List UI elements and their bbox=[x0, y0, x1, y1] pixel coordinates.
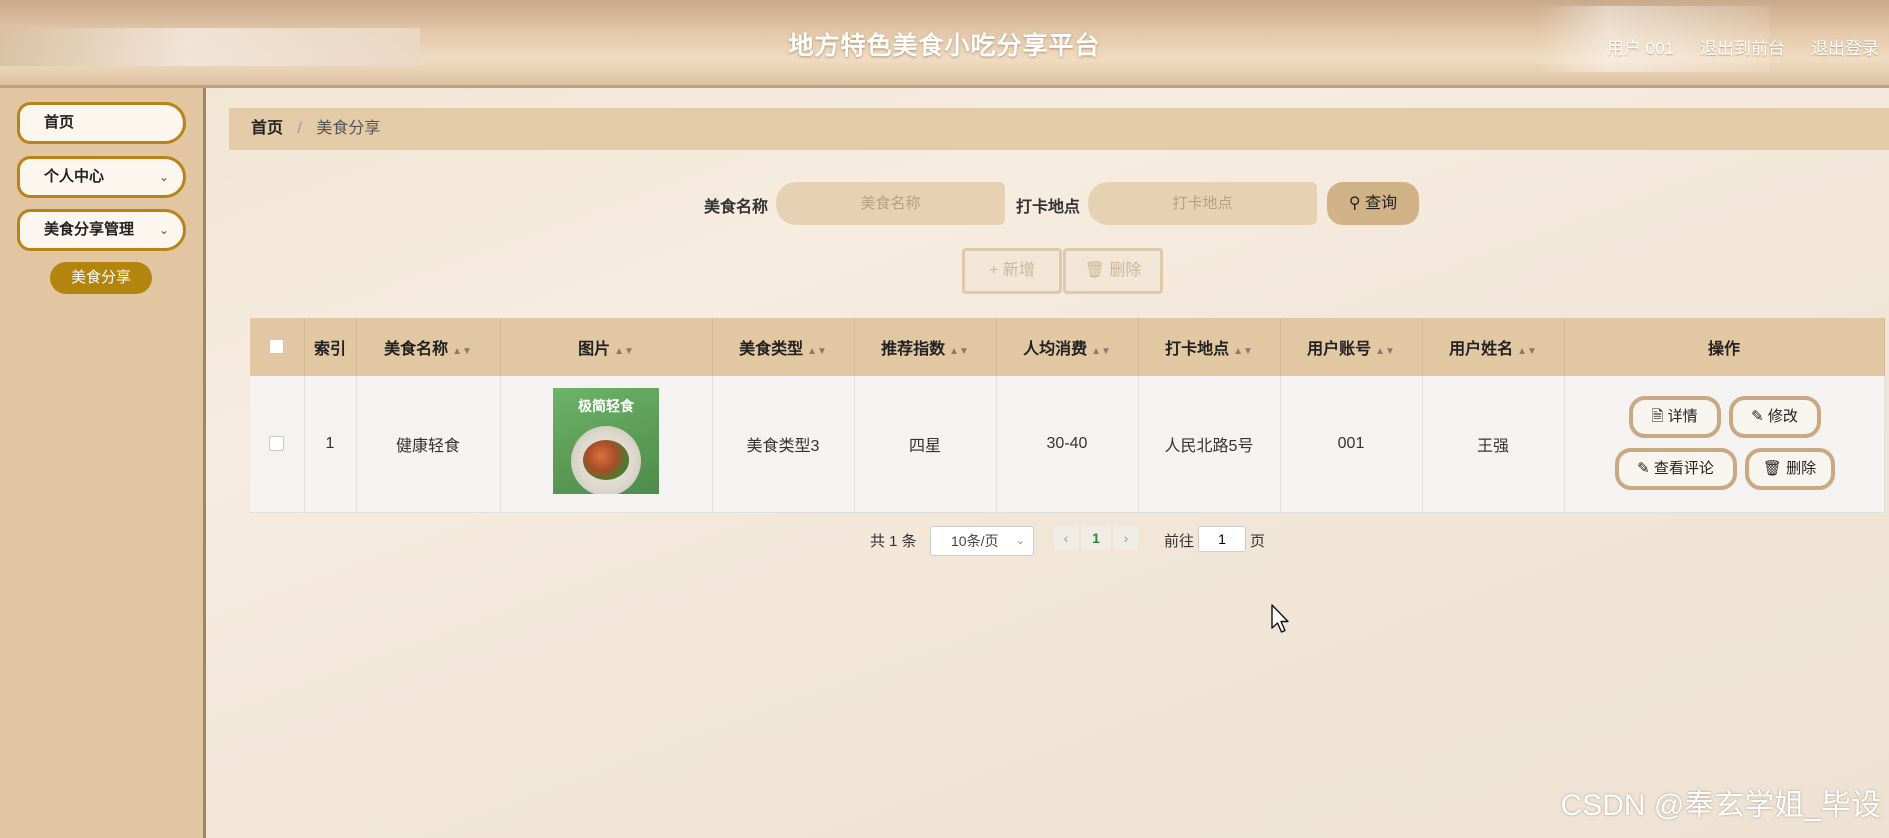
column-header-avg-cost[interactable]: 人均消费 ▲▼ bbox=[996, 318, 1139, 376]
sidebar-item-label: 首页 bbox=[44, 114, 75, 131]
breadcrumb-home[interactable]: 首页 bbox=[251, 120, 283, 137]
sort-icon[interactable]: ▲▼ bbox=[807, 346, 827, 357]
sidebar-item-label: 个人中心 bbox=[44, 168, 105, 185]
column-header-operations: 操作 bbox=[1564, 318, 1885, 376]
current-user: 用户 001 bbox=[1606, 39, 1674, 58]
chevron-right-icon: › bbox=[1123, 530, 1129, 546]
user-links: 用户 001 退出到前台 退出登录 bbox=[1607, 34, 1879, 59]
search-icon: ⚲ bbox=[1348, 195, 1361, 212]
sidebar: 首页 个人中心 ⌄ 美食分享管理 ⌄ 美食分享 bbox=[0, 88, 206, 838]
app-title: 地方特色美食小吃分享平台 bbox=[788, 32, 1101, 60]
batch-delete-button[interactable]: 🗑 删除 bbox=[1063, 248, 1163, 294]
food-graphic bbox=[583, 440, 629, 481]
cell-username: 王强 bbox=[1422, 376, 1565, 513]
food-name-input[interactable] bbox=[776, 182, 1005, 225]
food-share-table: 索引 美食名称 ▲▼ 图片 ▲▼ 美食类型 ▲▼ 推荐指数 ▲▼ 人均消费 ▲▼ 打卡地点… bbox=[250, 318, 1885, 514]
goto-page-input[interactable] bbox=[1198, 526, 1246, 552]
sidebar-subitem-food-share[interactable]: 美食分享 bbox=[50, 262, 152, 294]
cell-avg-cost: 30-40 bbox=[996, 376, 1139, 513]
breadcrumb-separator: / bbox=[297, 120, 302, 137]
logout-link[interactable]: 退出登录 bbox=[1811, 34, 1879, 59]
page-number-current[interactable]: 1 bbox=[1082, 526, 1110, 550]
sort-icon[interactable]: ▲▼ bbox=[614, 346, 634, 357]
cell-image: 极简轻食 bbox=[500, 376, 713, 513]
row-checkbox[interactable] bbox=[269, 436, 285, 452]
page-unit-label: 页 bbox=[1250, 533, 1266, 550]
breadcrumb: 首页 / 美食分享 bbox=[229, 108, 1889, 150]
cell-index: 1 bbox=[304, 376, 357, 513]
sort-icon[interactable]: ▲▼ bbox=[452, 346, 472, 357]
page-size-select[interactable]: 10条/页 ⌄ bbox=[930, 526, 1034, 556]
mouse-cursor-icon bbox=[1271, 604, 1289, 633]
thumbnail-caption: 极简轻食 bbox=[578, 398, 634, 415]
row-select-cell bbox=[250, 376, 305, 513]
table-row: 1 健康轻食 极简轻食 美食类型3 四星 30-40 人民北路5号 001 王强 bbox=[250, 376, 1885, 513]
table-header-row: 索引 美食名称 ▲▼ 图片 ▲▼ 美食类型 ▲▼ 推荐指数 ▲▼ 人均消费 ▲▼ 打卡地点… bbox=[250, 318, 1885, 376]
pagination-total: 共 1 条 bbox=[870, 533, 917, 550]
chevron-down-icon: ⌄ bbox=[158, 170, 169, 184]
column-header-account[interactable]: 用户账号 ▲▼ bbox=[1280, 318, 1423, 376]
select-all-checkbox[interactable] bbox=[269, 339, 285, 355]
pencil-icon: ✎ bbox=[1751, 408, 1764, 425]
sort-icon[interactable]: ▲▼ bbox=[1091, 346, 1111, 357]
add-button-label: 新增 bbox=[1002, 262, 1035, 279]
sidebar-item-label: 美食分享管理 bbox=[44, 221, 135, 238]
cell-food-name: 健康轻食 bbox=[356, 376, 501, 513]
sort-icon[interactable]: ▲▼ bbox=[1233, 346, 1253, 357]
query-button-label: 查询 bbox=[1365, 195, 1398, 212]
food-name-label: 美食名称 bbox=[704, 199, 769, 216]
cell-location: 人民北路5号 bbox=[1138, 376, 1281, 513]
top-header: 地方特色美食小吃分享平台 用户 001 退出到前台 退出登录 bbox=[0, 0, 1889, 88]
sort-icon[interactable]: ▲▼ bbox=[1375, 346, 1395, 357]
document-icon: 🗎 bbox=[1651, 408, 1664, 425]
edit-button[interactable]: ✎ 修改 bbox=[1728, 396, 1821, 438]
column-header-image[interactable]: 图片 ▲▼ bbox=[500, 318, 713, 376]
breadcrumb-current: 美食分享 bbox=[316, 120, 381, 137]
batch-delete-label: 删除 bbox=[1109, 262, 1142, 279]
column-header-location[interactable]: 打卡地点 ▲▼ bbox=[1138, 318, 1281, 376]
cell-rating: 四星 bbox=[854, 376, 997, 513]
chevron-left-icon: ‹ bbox=[1063, 530, 1069, 546]
checkin-location-label: 打卡地点 bbox=[1016, 199, 1081, 216]
chevron-down-icon: ⌄ bbox=[158, 223, 169, 237]
sort-icon[interactable]: ▲▼ bbox=[949, 346, 969, 357]
row-delete-button[interactable]: 🗑 删除 bbox=[1744, 448, 1835, 490]
trash-icon: 🗑 bbox=[1762, 460, 1782, 477]
column-header-food-name[interactable]: 美食名称 ▲▼ bbox=[356, 318, 501, 376]
sidebar-item-food-share-mgmt[interactable]: 美食分享管理 ⌄ bbox=[17, 209, 186, 251]
plus-icon: + bbox=[989, 262, 999, 279]
sidebar-item-home[interactable]: 首页 bbox=[17, 102, 186, 144]
food-thumbnail[interactable]: 极简轻食 bbox=[553, 388, 659, 495]
column-header-food-type[interactable]: 美食类型 ▲▼ bbox=[712, 318, 855, 376]
view-comments-button[interactable]: ✎ 查看评论 bbox=[1614, 448, 1737, 490]
cell-account: 001 bbox=[1280, 376, 1423, 513]
next-page-button[interactable]: › bbox=[1114, 526, 1138, 550]
add-button[interactable]: + 新增 bbox=[962, 248, 1062, 294]
column-header-rating[interactable]: 推荐指数 ▲▼ bbox=[854, 318, 997, 376]
query-button[interactable]: ⚲ 查询 bbox=[1327, 182, 1419, 225]
watermark: CSDN @奉玄学姐_毕设 bbox=[1560, 789, 1881, 822]
back-to-front-link[interactable]: 退出到前台 bbox=[1700, 34, 1785, 59]
select-all-cell bbox=[250, 318, 305, 376]
pencil-icon: ✎ bbox=[1637, 460, 1650, 477]
column-header-username[interactable]: 用户姓名 ▲▼ bbox=[1422, 318, 1565, 376]
sidebar-item-personal-center[interactable]: 个人中心 ⌄ bbox=[17, 156, 186, 198]
cell-operations: 🗎 详情 ✎ 修改 ✎ 查看评论 🗑 删除 bbox=[1564, 376, 1885, 513]
prev-page-button[interactable]: ‹ bbox=[1054, 526, 1078, 550]
chevron-down-icon: ⌄ bbox=[1015, 535, 1025, 547]
detail-button[interactable]: 🗎 详情 bbox=[1628, 396, 1721, 438]
sort-icon[interactable]: ▲▼ bbox=[1517, 346, 1537, 357]
checkin-location-input[interactable] bbox=[1088, 182, 1317, 225]
goto-label: 前往 bbox=[1164, 533, 1195, 550]
page-size-value: 10条/页 bbox=[951, 533, 999, 549]
column-header-index: 索引 bbox=[304, 318, 357, 376]
trash-icon: 🗑 bbox=[1084, 262, 1105, 279]
cell-food-type: 美食类型3 bbox=[712, 376, 855, 513]
